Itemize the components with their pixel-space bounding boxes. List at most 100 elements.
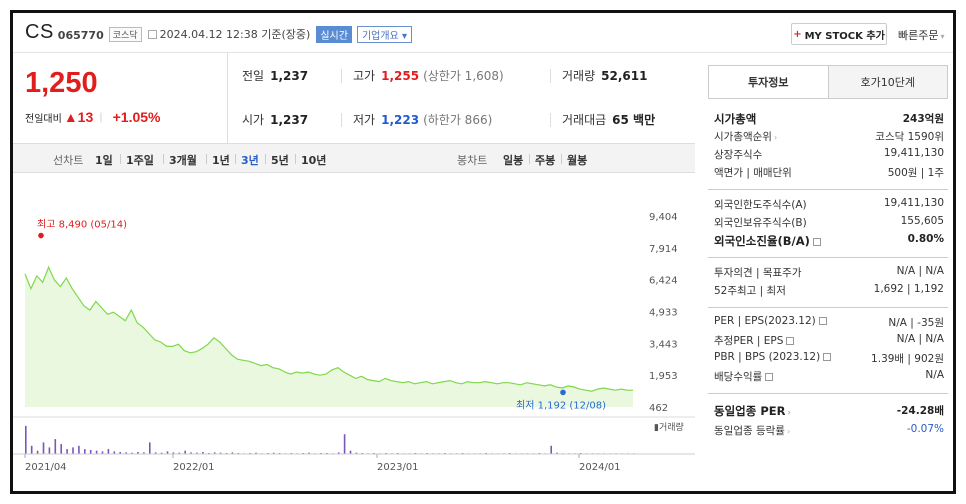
stock-code: 065770	[57, 28, 104, 42]
row-value: -24.28배	[896, 405, 944, 417]
x-tick-label: 2022/01	[173, 462, 215, 473]
lower-limit: (하한가 866)	[423, 113, 493, 127]
listed-shares-row: 상장주식수 19,411,130	[714, 147, 944, 162]
help-icon[interactable]	[823, 353, 832, 361]
y-tick-label: 7,914	[649, 244, 678, 255]
period-1w[interactable]: 1주일	[126, 152, 154, 168]
period-10y[interactable]: 10년	[301, 152, 326, 168]
volume-bar	[107, 449, 110, 455]
divider	[708, 307, 948, 308]
x-tick-label: 2021/04	[25, 462, 67, 473]
row-label: 추정PER | EPS	[714, 333, 795, 348]
open-value: 1,237	[270, 113, 309, 127]
quick-order-label: 빠른주문	[898, 29, 939, 42]
row-label-text: 외국인소진율(B/A)	[714, 234, 810, 248]
open-price: 시가 1,237	[242, 111, 308, 128]
my-stock-add-button[interactable]: + MY STOCK 추가	[791, 23, 887, 45]
row-label: 52주최고 | 최저	[714, 285, 786, 297]
divider: |	[99, 111, 103, 123]
row-value: 19,411,130	[883, 197, 944, 209]
candle-monthly[interactable]: 월봉	[567, 152, 587, 168]
low-marker	[560, 389, 566, 396]
help-icon[interactable]	[765, 373, 774, 381]
volume-label: ▮거래량	[654, 421, 684, 433]
period-5y[interactable]: 5년	[271, 152, 289, 168]
period-1y[interactable]: 1년	[212, 152, 230, 168]
trade-amount: 거래대금 65 백만	[562, 111, 655, 128]
y-tick-label: 9,404	[649, 212, 678, 223]
price-chart[interactable]: 9,404 7,914 6,424 4,933 3,443 1,953 462 최고 8,49…	[13, 174, 695, 494]
high-label: 고가	[353, 69, 376, 83]
row-label-text: 시가총액순위	[714, 131, 772, 143]
volume-label: 거래량	[562, 69, 596, 83]
x-tick-label: 2024/01	[579, 462, 621, 473]
company-info-label: 기업개요	[361, 30, 399, 42]
prev-close-value: 1,237	[270, 69, 309, 83]
help-icon[interactable]	[786, 337, 795, 345]
volume-bar	[149, 442, 151, 454]
row-label: 시가총액	[714, 112, 757, 126]
tab-investment-info[interactable]: 투자정보	[709, 66, 829, 98]
row-label-text: 배당수익률	[714, 371, 763, 383]
current-price: 1,250	[25, 67, 98, 99]
trade-amount-label: 거래대금	[562, 113, 607, 127]
market-cap-rank-row[interactable]: 시가총액순위 › 코스닥 1590위	[714, 129, 944, 144]
period-1d[interactable]: 1일	[95, 152, 113, 168]
volume-bar	[550, 445, 552, 455]
foreign-ratio-row: 외국인소진율(B/A) 0.80%	[714, 233, 944, 249]
divider	[708, 189, 948, 190]
row-label: 투자의견 | 목표주가	[714, 267, 802, 279]
volume-bar	[30, 445, 33, 455]
pbr-row: PBR | BPS (2023.12) 1.39배 | 902원	[714, 351, 944, 366]
price-area	[25, 267, 633, 407]
period-3y[interactable]: 3년	[241, 152, 259, 168]
period-3m[interactable]: 3개월	[169, 152, 197, 168]
low-label: 저가	[353, 113, 376, 127]
price-stats: 전일 1,237 고가 1,255 (상한가 1,608) 거래량 52,611 시가 1…	[228, 53, 695, 143]
row-value: -0.07%	[906, 423, 944, 435]
investment-panel: 투자정보 호가10단계 시가총액 243억원 시가총액순위 › 코스닥 1590위 상…	[708, 65, 948, 485]
chart-period-bar: 선차트 1일 1주일 3개월 1년 3년 5년 10년 봉차트 일봉 주봉 월봉	[13, 143, 695, 173]
row-label: 배당수익률	[714, 369, 774, 384]
plus-icon: +	[793, 28, 802, 40]
y-tick-label: 4,933	[649, 308, 678, 319]
52w-row: 52주최고 | 최저 1,692 | 1,192	[714, 283, 944, 298]
row-label-text: 동일업종 등락률	[714, 425, 785, 437]
y-tick-label: 1,953	[649, 371, 678, 382]
sector-per-row[interactable]: 동일업종 PER › -24.28배	[714, 403, 944, 419]
x-tick-label: 2023/01	[377, 462, 419, 473]
help-icon[interactable]	[818, 317, 827, 325]
high-price: 고가 1,255 (상한가 1,608)	[353, 67, 504, 84]
row-label: 외국인보유주식수(B)	[714, 217, 807, 229]
volume-bar	[48, 447, 51, 454]
per-row: PER | EPS(2023.12) N/A | -35원	[714, 315, 944, 330]
candle-weekly[interactable]: 주봉	[535, 152, 555, 168]
volume-bar	[72, 447, 74, 454]
candle-daily[interactable]: 일봉	[503, 152, 523, 168]
help-icon[interactable]	[812, 237, 821, 246]
company-info-dropdown[interactable]: 기업개요 ▾	[356, 25, 412, 43]
prev-close: 전일 1,237	[242, 67, 308, 84]
divider	[708, 257, 948, 258]
divider	[550, 69, 551, 83]
row-label: 동일업종 PER ›	[714, 403, 791, 419]
row-value: 1.39배 | 902원	[871, 353, 944, 365]
volume-bar	[42, 442, 45, 454]
sector-change-row[interactable]: 동일업종 등락률 › -0.07%	[714, 423, 944, 438]
divider	[341, 69, 342, 83]
change-row: 전일대비 ▲13 | +1.05%	[25, 109, 161, 125]
chevron-right-icon: ›	[787, 408, 791, 417]
row-label: 외국인소진율(B/A)	[714, 233, 821, 249]
row-value: 155,605	[900, 215, 944, 227]
realtime-button[interactable]: 실시간	[316, 25, 352, 43]
tab-orderbook-10[interactable]: 호가10단계	[828, 66, 947, 98]
row-label: 동일업종 등락률 ›	[714, 423, 790, 438]
quick-order-button[interactable]: 빠른주문 ▾	[898, 27, 945, 43]
market-cap-row: 시가총액 243억원	[714, 111, 944, 127]
company-name[interactable]: CS	[25, 21, 54, 44]
high-value: 1,255	[381, 69, 420, 83]
chevron-down-icon: ▾	[401, 30, 407, 42]
volume-bar	[78, 445, 80, 455]
row-label-text: PBR | BPS (2023.12)	[714, 351, 821, 363]
stock-widget: CS 065770 코스닥 2024.04.12 12:38 기준(장중) 실시…	[10, 10, 956, 494]
